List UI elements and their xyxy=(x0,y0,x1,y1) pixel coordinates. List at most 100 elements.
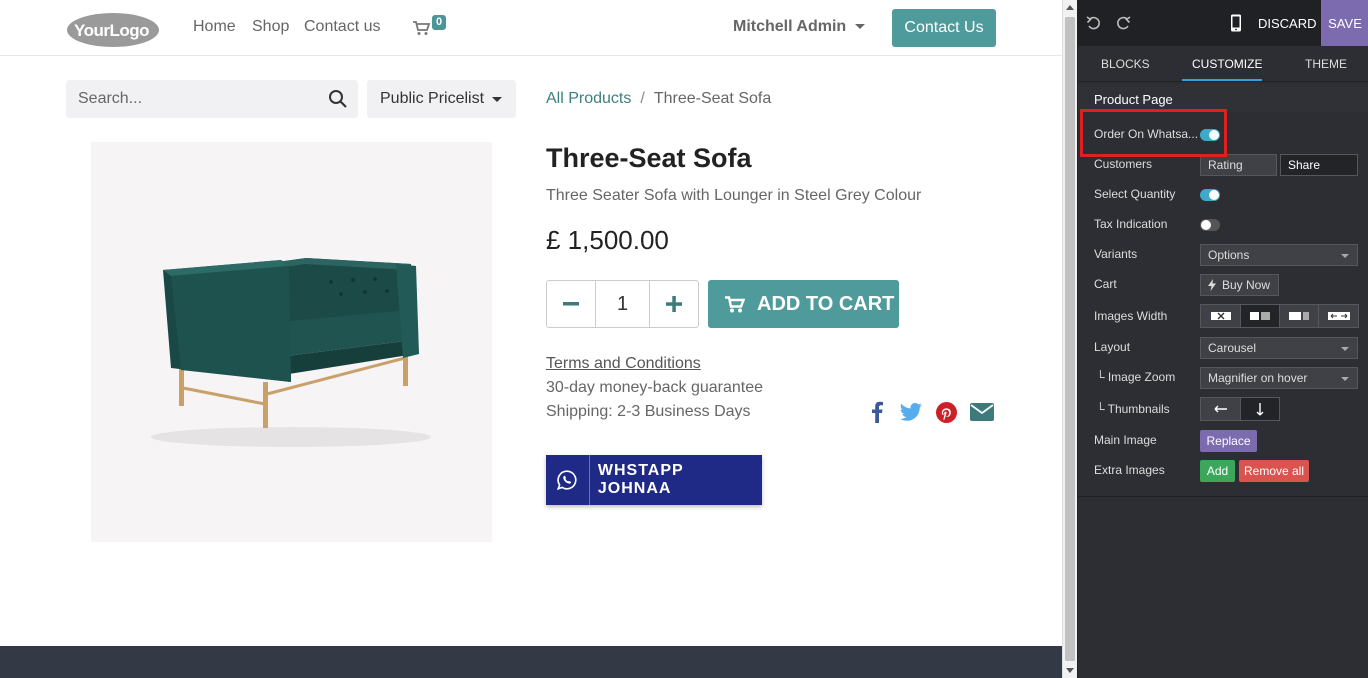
cart-icon xyxy=(725,295,745,312)
section-title: Product Page xyxy=(1094,92,1173,107)
undo-icon[interactable] xyxy=(1086,15,1102,31)
page-scrollbar[interactable] xyxy=(1062,0,1077,678)
product-price: £ 1,500.00 xyxy=(546,225,669,255)
user-menu[interactable]: Mitchell Admin xyxy=(733,18,866,36)
breadcrumb-all-products[interactable]: All Products xyxy=(546,90,631,107)
guarantee-text: 30-day money-back guarantee xyxy=(546,379,764,396)
add-to-cart-button[interactable]: ADD TO CART xyxy=(708,280,899,328)
contact-us-button[interactable]: Contact Us xyxy=(892,9,996,47)
image-zoom-select[interactable]: Magnifier on hover xyxy=(1200,367,1358,389)
whatsapp-icon xyxy=(557,470,577,490)
toggle-select-quantity[interactable] xyxy=(1200,189,1220,201)
order-on-whatsapp-button[interactable]: WHSTAPP JOHNAA xyxy=(546,455,762,505)
nav-home[interactable]: Home xyxy=(193,18,236,36)
breadcrumb-separator: / xyxy=(640,90,645,107)
twitter-icon[interactable] xyxy=(900,400,922,424)
tab-theme[interactable]: THEME xyxy=(1305,57,1347,71)
nav-shop[interactable]: Shop xyxy=(252,18,289,36)
cart-count-badge: 0 xyxy=(432,15,447,30)
product-search xyxy=(66,80,358,118)
top-navbar: YourLogo Home Shop Contact us 0 Mitchell… xyxy=(0,0,1062,56)
increase-quantity-button[interactable] xyxy=(650,281,698,327)
logo-text: YourLogo xyxy=(74,21,149,40)
thumbnails-bottom-option[interactable] xyxy=(1240,398,1279,420)
chevron-down-icon xyxy=(1341,347,1349,351)
toggle-knob xyxy=(1201,220,1211,230)
arrow-down-icon xyxy=(1256,403,1264,416)
scroll-up-icon[interactable] xyxy=(1066,5,1074,10)
replace-main-image-button[interactable]: Replace xyxy=(1200,430,1257,452)
cart-icon xyxy=(413,21,430,35)
toggle-order-on-whatsapp[interactable] xyxy=(1200,129,1220,141)
chevron-down-icon xyxy=(1341,377,1349,381)
facebook-icon[interactable] xyxy=(870,400,884,424)
variants-select[interactable]: Options xyxy=(1200,244,1358,266)
toggle-knob xyxy=(1209,130,1219,140)
images-width-selector xyxy=(1200,304,1359,328)
arrow-left-icon xyxy=(1214,405,1227,413)
cart-buy-now-label: Buy Now xyxy=(1222,278,1271,292)
nav-contact-us[interactable]: Contact us xyxy=(304,18,380,36)
toggle-tax-indication[interactable] xyxy=(1200,219,1220,231)
shipping-text: Shipping: 2-3 Business Days xyxy=(546,403,751,420)
cart-link[interactable]: 0 xyxy=(412,15,452,39)
redo-icon[interactable] xyxy=(1115,15,1131,31)
images-width-66[interactable] xyxy=(1279,305,1318,327)
option-label-images-width: Images Width xyxy=(1094,309,1168,323)
scrollbar-thumb[interactable] xyxy=(1065,17,1075,661)
product-image[interactable] xyxy=(91,142,492,542)
customers-share-button[interactable]: Share xyxy=(1280,154,1358,176)
sofa-illustration xyxy=(151,258,431,447)
site-logo[interactable]: YourLogo xyxy=(66,11,160,48)
envelope-icon[interactable] xyxy=(970,400,994,424)
mobile-icon[interactable] xyxy=(1230,14,1242,32)
editor-tabs: BLOCKS CUSTOMIZE THEME xyxy=(1078,46,1368,82)
images-width-full[interactable] xyxy=(1318,305,1358,327)
section-header: Product Page xyxy=(1078,84,1368,112)
option-label-extra-images: Extra Images xyxy=(1094,463,1165,477)
search-input[interactable] xyxy=(66,80,316,118)
images-width-50[interactable] xyxy=(1240,305,1279,327)
option-label-customers: Customers xyxy=(1094,157,1153,171)
toggle-knob xyxy=(1209,190,1219,200)
tab-blocks[interactable]: BLOCKS xyxy=(1101,57,1150,71)
whatsapp-button-label: WHSTAPP JOHNAA xyxy=(597,462,684,497)
discard-button[interactable]: DISCARD xyxy=(1258,16,1317,31)
customers-rating-button[interactable]: Rating xyxy=(1200,154,1277,176)
scroll-down-icon[interactable] xyxy=(1066,668,1074,673)
tab-customize[interactable]: CUSTOMIZE xyxy=(1192,57,1262,71)
image-off-icon xyxy=(1210,312,1231,320)
minus-icon xyxy=(563,302,579,306)
add-extra-images-button[interactable]: Add xyxy=(1200,460,1235,482)
search-icon[interactable] xyxy=(328,89,348,109)
remove-all-images-button[interactable]: Remove all xyxy=(1239,460,1309,482)
plus-icon xyxy=(666,296,682,312)
option-label-main-image: Main Image xyxy=(1094,433,1157,447)
thumbnails-left-option[interactable] xyxy=(1201,398,1240,420)
images-width-none[interactable] xyxy=(1201,305,1240,327)
layout-select[interactable]: Carousel xyxy=(1200,337,1358,359)
breadcrumb-current: Three-Seat Sofa xyxy=(653,90,772,107)
whatsapp-icon-box xyxy=(546,455,590,505)
panel-divider xyxy=(1078,496,1368,497)
pricelist-dropdown[interactable]: Public Pricelist xyxy=(367,80,516,118)
decrease-quantity-button[interactable] xyxy=(547,281,595,327)
chevron-down-icon xyxy=(855,24,866,30)
cart-buy-now-button[interactable]: Buy Now xyxy=(1200,274,1279,296)
save-button[interactable]: SAVE xyxy=(1321,0,1368,46)
pricelist-label: Public Pricelist xyxy=(380,90,485,107)
option-label-variants: Variants xyxy=(1094,247,1138,261)
pinterest-icon[interactable] xyxy=(935,400,957,424)
add-to-cart-label: ADD TO CART xyxy=(757,292,895,315)
quantity-input[interactable] xyxy=(595,281,650,327)
image-half-icon xyxy=(1250,312,1270,320)
quantity-stepper xyxy=(546,280,699,328)
variants-value: Options xyxy=(1208,248,1250,262)
product-description: Three Seater Sofa with Lounger in Steel … xyxy=(546,187,922,204)
option-label-image-zoom: └ Image Zoom xyxy=(1096,370,1176,384)
terms-link[interactable]: Terms and Conditions xyxy=(546,355,701,373)
editor-toolbar: DISCARD SAVE xyxy=(1078,0,1368,46)
chevron-down-icon xyxy=(1341,254,1349,258)
breadcrumb: All Products / Three-Seat Sofa xyxy=(546,90,771,108)
product-title: Three-Seat Sofa xyxy=(546,143,752,173)
